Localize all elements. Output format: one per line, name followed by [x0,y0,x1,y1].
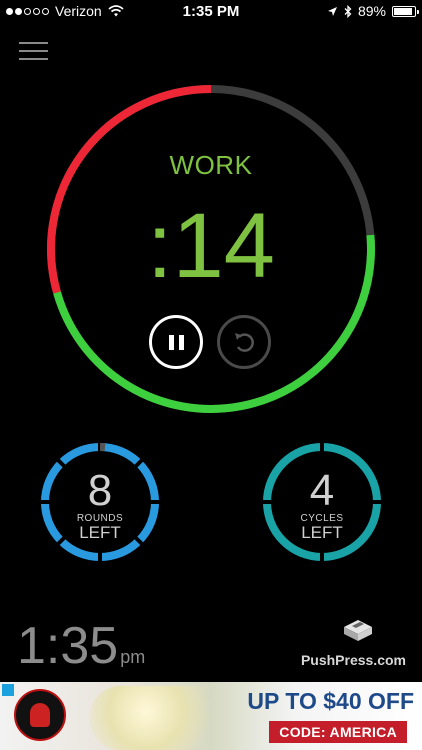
ad-headline: UP TO $40 OFF [247,688,414,714]
rounds-counter: 8 ROUNDS LEFT [39,441,161,563]
pushpress-link[interactable]: PushPress.com [301,652,406,668]
cycles-left-label: LEFT [301,523,343,542]
clock-time: 1:35 [17,617,119,675]
pause-button[interactable] [149,315,203,369]
rounds-value: 8 [87,466,113,515]
status-right: 89% [327,3,419,19]
bluetooth-icon [344,4,352,18]
reset-button[interactable] [217,315,271,369]
rounds-left-label: LEFT [79,523,121,542]
ad-promo-code: CODE: AMERICA [269,721,407,743]
location-arrow-icon [327,6,337,16]
ad-choices-icon[interactable] [2,684,14,696]
battery-icon [392,5,419,17]
battery-percent: 89% [357,3,386,19]
spartan-race-logo-icon [14,689,66,741]
cycles-value: 4 [309,466,335,515]
status-bar: Verizon 1:35 PM 89% [0,0,422,24]
clock-ampm: pm [120,647,146,667]
reset-icon [235,333,254,352]
cycles-counter: 4 CYCLES LEFT [261,441,383,563]
ad-banner[interactable]: UP TO $40 OFF CODE: AMERICA [0,682,422,750]
current-time: 1:35 pm [17,618,145,674]
ad-image [90,686,230,750]
hamburger-menu-icon[interactable] [19,42,48,62]
countdown-display: :14 [147,195,275,297]
phase-label: WORK [169,150,253,180]
pushpress-logo-icon[interactable] [340,617,376,647]
